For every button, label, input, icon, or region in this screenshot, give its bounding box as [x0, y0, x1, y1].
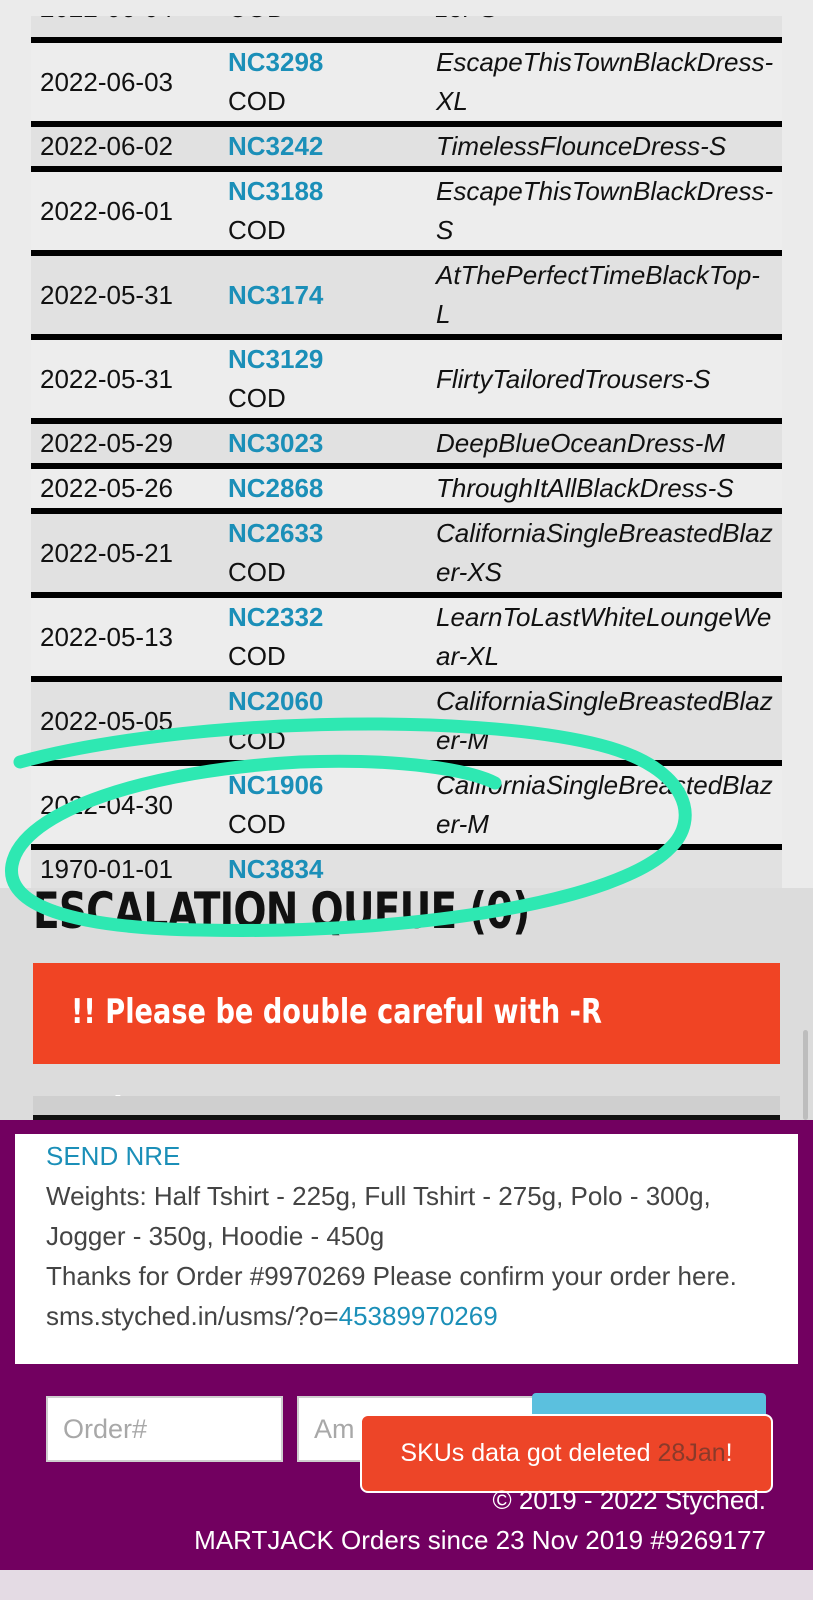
product-sku: AtThePerfectTimeBlackTop-L	[436, 260, 760, 329]
order-date: 2022-05-31	[40, 279, 173, 310]
payment-method: COD	[228, 383, 286, 413]
table-row: 2022-06-02 NC3242 TimelessFlounceDress-S	[31, 124, 782, 169]
bottom-bar	[0, 1570, 813, 1600]
copyright-text: © 2019 - 2022 Styched.	[492, 1485, 766, 1515]
payment-method: COD	[228, 215, 286, 245]
order-cell: NC2060 COD	[228, 679, 436, 763]
product-sku: ThroughItAllBlackDress-S	[436, 473, 734, 503]
product-sku: CaliforniaSingleBreastedBlazer-M	[436, 686, 773, 755]
payment-method: COD	[228, 557, 286, 587]
order-date: 2022-05-05	[40, 705, 173, 736]
table-row: 2022-04-30 NC1906 COD CaliforniaSingleBreas…	[31, 763, 782, 847]
order-cell: NC3298 COD	[228, 40, 436, 124]
table-row: 2022-05-29 NC3023 DeepBlueOceanDress-M	[31, 421, 782, 466]
payment-method: COD	[228, 725, 286, 755]
order-number-link[interactable]: NC3242	[228, 127, 436, 166]
scrollbar[interactable]	[803, 1030, 808, 1120]
send-nre-link[interactable]: SEND NRE	[46, 1136, 768, 1176]
order-date: 2022-06-03	[40, 66, 173, 97]
payment-method: COD	[228, 641, 286, 671]
table-row: 2022-06-03 NC3298 COD EscapeThisTownBlackDr…	[31, 40, 782, 124]
orders-table-body: 2022-06-04CODzer-S2022-06-03NC3298CODEsc…	[31, 0, 782, 892]
order-cell: NC3023	[228, 421, 436, 466]
product-sku: EscapeThisTownBlackDress-S	[436, 176, 774, 245]
confirm-message: Thanks for Order #9970269 Please confirm…	[46, 1256, 768, 1336]
escalation-section: ESCALATION QUEUE (0) !! Please be double…	[0, 882, 813, 1130]
toast-text: SKUs data got deleted	[400, 1439, 658, 1467]
order-date: 2022-05-26	[40, 473, 173, 503]
order-number-input[interactable]	[46, 1396, 283, 1462]
table-row: 2022-06-01 NC3188 COD EscapeThisTownBlackDr…	[31, 169, 782, 253]
order-cell: NC3129 COD	[228, 337, 436, 421]
weights-text: Weights: Half Tshirt - 225g, Full Tshirt…	[46, 1181, 711, 1251]
order-number-link[interactable]: NC2060	[228, 682, 436, 721]
order-number-link[interactable]: NC1906	[228, 766, 436, 805]
order-cell: NC1906 COD	[228, 763, 436, 847]
order-cell: NC2332 COD	[228, 595, 436, 679]
order-date: 2022-05-13	[40, 621, 173, 652]
order-number-link[interactable]: NC2868	[228, 469, 436, 508]
order-number-link[interactable]: NC3174	[228, 276, 436, 315]
escalation-queue-title: ESCALATION QUEUE (0)	[33, 882, 530, 940]
payment-method: COD	[228, 86, 286, 116]
escalation-table-edge	[33, 1096, 780, 1120]
order-date: 2022-06-02	[40, 131, 173, 161]
footer-text: © 2019 - 2022 Styched. MARTJACK Orders s…	[194, 1480, 766, 1560]
table-row: 2022-05-21 NC2633 COD CaliforniaSingleBreas…	[31, 511, 782, 595]
product-sku: EscapeThisTownBlackDress-XL	[436, 47, 774, 116]
order-number-link[interactable]: NC3188	[228, 172, 436, 211]
order-number-link[interactable]: NC2633	[228, 514, 436, 553]
table-row: 2022-05-31 NC3174 AtThePerfectTimeBlackTop…	[31, 253, 782, 337]
order-cell: NC2868	[228, 466, 436, 511]
order-cell: NC2633 COD	[228, 511, 436, 595]
product-sku: DeepBlueOceanDress-M	[436, 428, 726, 458]
order-number-link[interactable]: NC2332	[228, 598, 436, 637]
table-row: 2022-05-26 NC2868 ThroughItAllBlackDress-S	[31, 466, 782, 511]
info-note: SEND NRE Weights: Half Tshirt - 225g, Fu…	[15, 1134, 798, 1364]
order-date: 2022-05-31	[40, 363, 173, 394]
order-cell: NC3188 COD	[228, 169, 436, 253]
order-number-link[interactable]: NC3298	[228, 43, 436, 82]
order-number-link[interactable]: NC3023	[228, 424, 436, 463]
warning-banner: !! Please be double careful with -R orde…	[33, 963, 780, 1130]
payment-method: COD	[228, 809, 286, 839]
phone-number-link[interactable]: 45389970269	[339, 1301, 498, 1331]
order-number-link[interactable]: NC3129	[228, 340, 436, 379]
table-row: 2022-05-05 NC2060 COD CaliforniaSingleBreas…	[31, 679, 782, 763]
order-date: 2022-05-29	[40, 428, 173, 458]
table-row: 2022-05-13 NC2332 COD LearnToLastWhiteLoung…	[31, 595, 782, 679]
product-sku: CaliforniaSingleBreastedBlazer-XS	[436, 518, 773, 587]
table-row: 2022-05-31 NC3129 COD FlirtyTailoredTrouser…	[31, 337, 782, 421]
martjack-text: MARTJACK Orders since 23 Nov 2019 #92691…	[194, 1525, 766, 1555]
order-date: 2022-06-01	[40, 195, 173, 226]
order-cell: NC3174	[228, 253, 436, 337]
toast-date: 28Jan	[657, 1439, 726, 1467]
product-sku: FlirtyTailoredTrousers-S	[436, 363, 711, 394]
list-top-edge	[31, 0, 782, 16]
toast-suffix: !	[725, 1439, 733, 1467]
footer-panel: SEND NRE Weights: Half Tshirt - 225g, Fu…	[0, 1120, 813, 1570]
order-cell: NC3242	[228, 124, 436, 169]
product-sku: LearnToLastWhiteLoungeWear-XL	[436, 602, 772, 671]
order-date: 2022-05-21	[40, 537, 173, 568]
order-date: 2022-04-30	[40, 789, 173, 820]
orders-table: 2022-06-04CODzer-S2022-06-03NC3298CODEsc…	[31, 0, 782, 895]
product-sku: TimelessFlounceDress-S	[436, 131, 727, 161]
product-sku: CaliforniaSingleBreastedBlazer-M	[436, 770, 773, 839]
